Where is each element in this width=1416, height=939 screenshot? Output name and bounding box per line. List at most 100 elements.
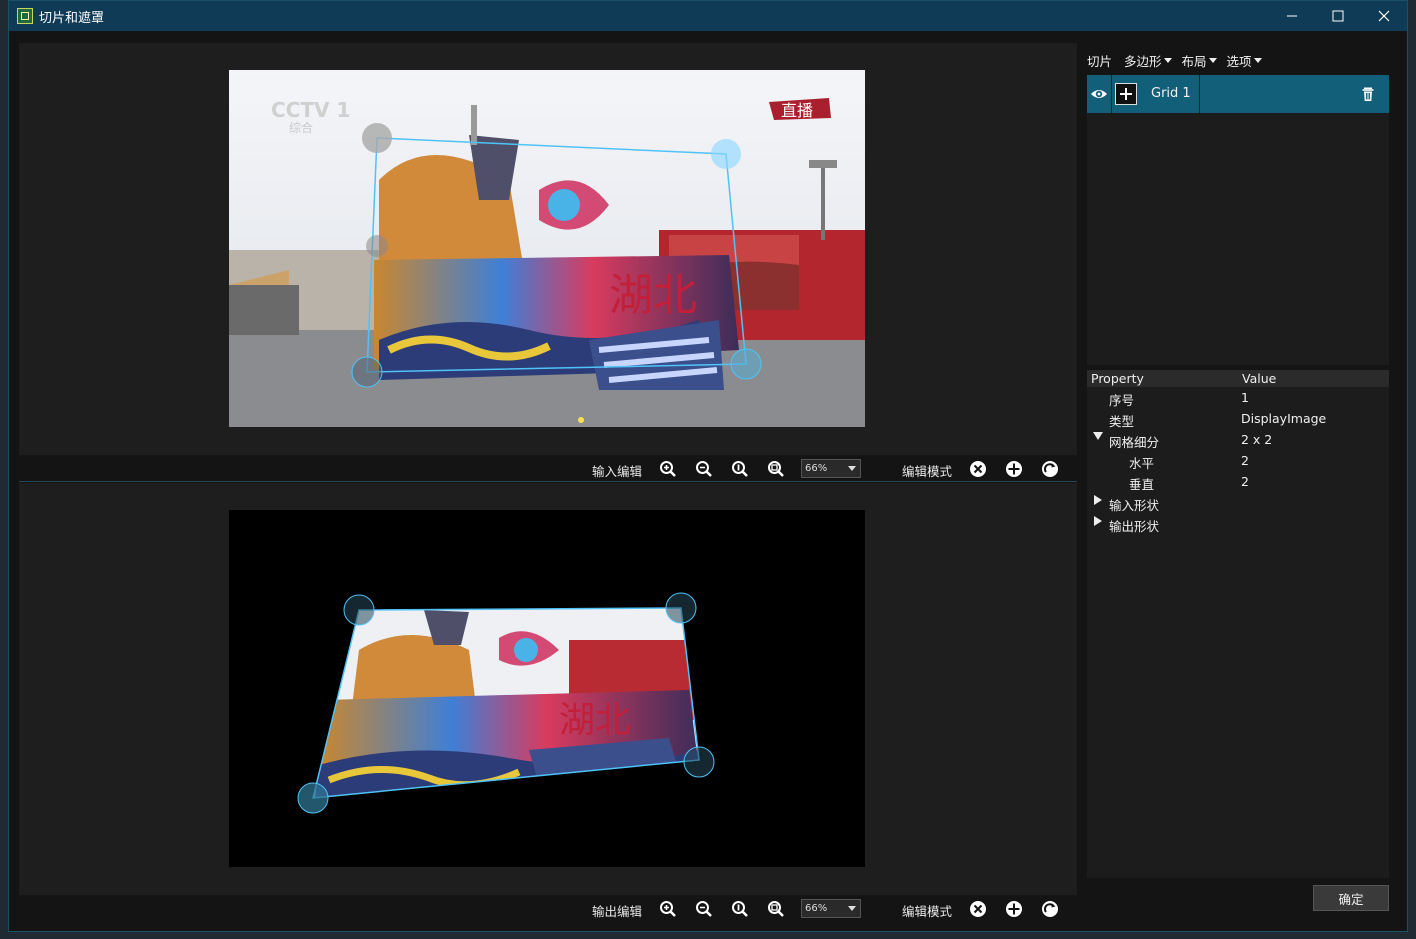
chevron-down-icon	[848, 906, 856, 911]
collapse-icon[interactable]	[1094, 516, 1102, 526]
output-handle-bottom-left[interactable]	[297, 782, 329, 814]
output-zoom-out-button[interactable]	[695, 900, 713, 918]
input-toolbar: 输入编辑 66% 编辑模式	[19, 455, 1077, 483]
property-row-vertical[interactable]: 垂直 2	[1087, 472, 1389, 493]
move-icon	[1006, 901, 1022, 917]
zoom-fit-icon	[768, 461, 784, 477]
confirm-button[interactable]: 确定	[1313, 885, 1389, 911]
minimize-button[interactable]	[1269, 1, 1315, 31]
close-circle-icon	[970, 461, 986, 477]
property-name: 网格细分	[1109, 435, 1160, 450]
output-zoom-select[interactable]: 66%	[801, 899, 861, 918]
menu-options[interactable]: 选项	[1226, 51, 1262, 71]
slice-mask-window: 切片和遮罩 湖北 CCTV 1 综合 直播 输入编辑 66% 编辑模式 湖北 输…	[8, 0, 1408, 932]
input-handle-bottom-right[interactable]	[730, 348, 762, 380]
output-handle-bottom-right[interactable]	[683, 746, 715, 778]
zoom-actual-button[interactable]	[731, 460, 749, 478]
minimize-icon	[1287, 15, 1297, 17]
property-name: 输入形状	[1109, 498, 1160, 513]
property-value: 2 x 2	[1241, 432, 1273, 447]
property-column-header: Property	[1091, 371, 1144, 386]
output-rotate-button[interactable]	[1041, 900, 1059, 918]
output-canvas[interactable]: 湖北	[19, 483, 1077, 895]
delete-item-button[interactable]	[1359, 85, 1377, 103]
rotate-icon	[1042, 461, 1058, 477]
chevron-down-icon	[1208, 58, 1217, 63]
menu-layout[interactable]: 布局	[1181, 51, 1217, 71]
property-name: 类型	[1109, 414, 1135, 429]
item-name: Grid 1	[1151, 86, 1191, 101]
output-zoom-in-button[interactable]	[659, 900, 677, 918]
zoom-in-button[interactable]	[659, 460, 677, 478]
property-row-type[interactable]: 类型 DisplayImage	[1087, 409, 1389, 430]
input-reset-button[interactable]	[969, 460, 987, 478]
zoom-fit-button[interactable]	[767, 460, 785, 478]
output-zoom-value: 66%	[805, 903, 828, 914]
input-handle-bottom-left[interactable]	[351, 356, 383, 388]
app-icon	[17, 8, 33, 24]
input-handle-top-right[interactable]	[711, 139, 741, 169]
zoom-out-icon	[696, 461, 712, 477]
menu-slice[interactable]: 切片	[1087, 51, 1112, 71]
property-row-index[interactable]: 序号 1	[1087, 388, 1389, 409]
side-panel: 切片 多边形 布局 选项 Grid 1 Property Value 序号 1 …	[1087, 43, 1389, 923]
input-zoom-value: 66%	[805, 463, 828, 474]
cctv-sub-text: 综合	[289, 120, 313, 135]
menu-options-label: 选项	[1226, 54, 1252, 69]
chevron-down-icon	[848, 466, 856, 471]
live-badge-text: 直播	[781, 101, 813, 120]
input-video-image: 湖北 CCTV 1 综合 直播	[229, 70, 865, 427]
property-row-horizontal[interactable]: 水平 2	[1087, 451, 1389, 472]
property-row-grid-subdivision[interactable]: 网格细分 2 x 2	[1087, 430, 1389, 451]
property-row-output-shape[interactable]: 输出形状	[1087, 514, 1389, 535]
zoom-out-button[interactable]	[695, 460, 713, 478]
zoom-actual-icon	[732, 461, 748, 477]
horizontal-divider	[19, 481, 1077, 482]
expand-icon[interactable]	[1093, 432, 1103, 440]
input-move-button[interactable]	[1005, 460, 1023, 478]
property-name: 垂直	[1129, 477, 1155, 492]
zoom-in-icon	[660, 901, 676, 917]
input-zoom-select[interactable]: 66%	[801, 459, 861, 478]
collapse-icon[interactable]	[1094, 495, 1102, 505]
row-separator	[1199, 75, 1200, 113]
output-zoom-fit-button[interactable]	[767, 900, 785, 918]
cctv-logo-text: CCTV 1	[271, 98, 350, 122]
chevron-down-icon	[1253, 58, 1262, 63]
list-item[interactable]: Grid 1	[1087, 75, 1389, 113]
menu-polygon[interactable]: 多边形	[1124, 51, 1172, 71]
property-row-input-shape[interactable]: 输入形状	[1087, 493, 1389, 514]
slice-item-list: Grid 1	[1087, 75, 1389, 365]
property-name: 输出形状	[1109, 519, 1160, 534]
output-reset-button[interactable]	[969, 900, 987, 918]
property-value: 2	[1241, 453, 1249, 468]
eye-icon	[1091, 90, 1107, 98]
float-banner-text: 湖北	[609, 270, 697, 321]
editor-area: 湖北 CCTV 1 综合 直播 输入编辑 66% 编辑模式 湖北 输出编辑 66…	[19, 43, 1077, 925]
output-edit-label: 输出编辑	[592, 904, 643, 919]
input-canvas[interactable]: 湖北 CCTV 1 综合 直播	[19, 43, 1077, 455]
input-edit-mode-label: 编辑模式	[902, 464, 953, 479]
output-video-image: 湖北	[229, 510, 865, 867]
visibility-toggle[interactable]	[1089, 84, 1109, 104]
output-zoom-actual-button[interactable]	[731, 900, 749, 918]
slice-menu-bar: 切片 多边形 布局 选项	[1087, 51, 1272, 71]
input-handle-top-left[interactable]	[362, 123, 392, 153]
zoom-in-icon	[660, 461, 676, 477]
menu-polygon-label: 多边形	[1124, 54, 1162, 69]
output-handle-top-left[interactable]	[343, 594, 375, 626]
window-title: 切片和遮罩	[39, 10, 105, 26]
property-grid: Property Value 序号 1 类型 DisplayImage 网格细分…	[1087, 370, 1389, 878]
close-button[interactable]	[1361, 1, 1407, 31]
output-handle-top-right[interactable]	[665, 592, 697, 624]
window-controls	[1269, 1, 1407, 31]
close-icon	[1378, 10, 1390, 22]
maximize-button[interactable]	[1315, 1, 1361, 31]
input-rotate-button[interactable]	[1041, 460, 1059, 478]
rotate-icon	[1042, 901, 1058, 917]
trash-icon	[1362, 87, 1374, 101]
input-edit-label: 输入编辑	[592, 464, 643, 479]
output-move-button[interactable]	[1005, 900, 1023, 918]
menu-layout-label: 布局	[1181, 54, 1207, 69]
input-handle-left-mid[interactable]	[366, 235, 388, 257]
